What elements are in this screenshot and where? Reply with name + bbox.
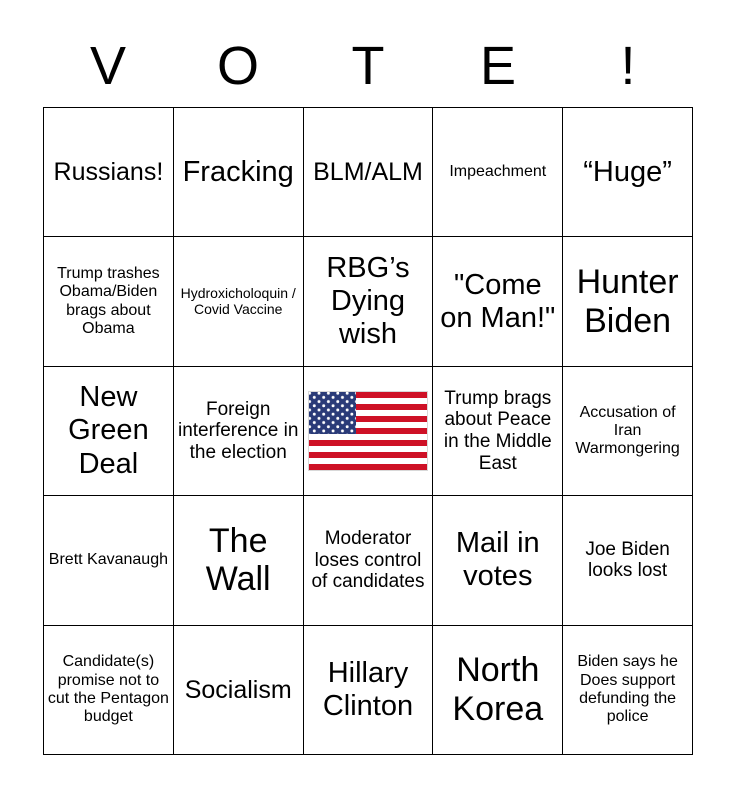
card-title: V O T E ! — [43, 34, 693, 98]
bingo-cell-text: North Korea — [452, 651, 544, 728]
bingo-cell[interactable]: Foreign interference in the election — [173, 366, 304, 497]
bingo-cell[interactable]: “Huge” — [563, 108, 693, 238]
bingo-cell[interactable]: Impeachment — [433, 108, 564, 238]
bingo-cell-text: Socialism — [184, 675, 292, 704]
bingo-cell[interactable]: Hillary Clinton — [303, 625, 434, 755]
bingo-cell[interactable]: RBG’s Dying wish — [303, 237, 434, 367]
flag-canton — [308, 391, 357, 434]
bingo-cell-text: Impeachment — [449, 163, 547, 181]
bingo-cell-text: Moderator loses control of candidates — [311, 527, 425, 593]
bingo-cell-text: "Come on Man!" — [440, 268, 556, 334]
bingo-cell[interactable]: New Green Deal — [44, 366, 174, 497]
bingo-cell[interactable]: BLM/ALM — [303, 108, 434, 238]
bingo-cell[interactable]: Trump trashes Obama/Biden brags about Ob… — [44, 237, 174, 367]
bingo-cell[interactable]: Socialism — [173, 625, 304, 755]
bingo-cell[interactable]: Brett Kavanaugh — [44, 496, 174, 626]
bingo-cell[interactable]: Biden says he Does support defunding the… — [563, 625, 693, 755]
bingo-cell[interactable]: Joe Biden looks lost — [563, 496, 693, 626]
bingo-grid: Russians! Fracking BLM/ALM Impeachment “… — [43, 107, 693, 755]
title-letter-t: T — [351, 36, 385, 96]
bingo-cell-text: Russians! — [53, 157, 164, 186]
bingo-cell-text: Hillary Clinton — [322, 656, 414, 722]
bingo-cell-text: Hunter Biden — [576, 262, 679, 340]
bingo-cell-text: Candidate(s) promise not to cut the Pent… — [47, 653, 169, 726]
bingo-cell[interactable]: Candidate(s) promise not to cut the Pent… — [44, 625, 174, 755]
bingo-cell[interactable]: Trump brags about Peace in the Middle Ea… — [433, 366, 564, 497]
bingo-cell-text: BLM/ALM — [313, 157, 423, 186]
title-letter-exclaim: ! — [620, 36, 636, 96]
bingo-cell[interactable]: Mail in votes — [433, 496, 564, 626]
bingo-cell-text: Brett Kavanaugh — [48, 551, 168, 569]
bingo-cell-text: The Wall — [205, 521, 271, 599]
bingo-cell-text: New Green Deal — [68, 381, 149, 480]
bingo-cell[interactable]: Hunter Biden — [563, 237, 693, 367]
bingo-cell-text: Fracking — [182, 155, 294, 188]
bingo-cell[interactable]: Russians! — [44, 108, 174, 238]
title-letter-e: E — [479, 36, 517, 96]
bingo-cell-text: RBG’s Dying wish — [326, 252, 410, 351]
title-letter-o: O — [216, 36, 259, 96]
title-letter-v: V — [89, 36, 127, 96]
bingo-cell-text: “Huge” — [583, 155, 672, 188]
bingo-cell-text: Trump brags about Peace in the Middle Ea… — [443, 387, 552, 474]
bingo-cell[interactable]: Hydroxicholoquin / Covid Vaccine — [173, 237, 304, 367]
bingo-cell-text: Joe Biden looks lost — [585, 538, 670, 582]
bingo-cell-text: Accusation of Iran Warmongering — [575, 403, 680, 458]
bingo-card: V O T E ! Russians! Fracking BLM/ALM Imp… — [0, 0, 736, 800]
bingo-cell-text: Biden says he Does support defunding the… — [577, 653, 678, 726]
bingo-cell[interactable]: "Come on Man!" — [433, 237, 564, 367]
bingo-cell-text: Trump trashes Obama/Biden brags about Ob… — [57, 265, 160, 337]
bingo-cell[interactable]: Moderator loses control of candidates — [303, 496, 434, 626]
bingo-cell[interactable]: Fracking — [173, 108, 304, 238]
flag-stars — [308, 391, 357, 434]
bingo-cell[interactable]: North Korea — [433, 625, 564, 755]
bingo-cell-text: Mail in votes — [455, 527, 540, 593]
bingo-cell-text: Hydroxicholoquin / Covid Vaccine — [180, 284, 296, 317]
bingo-cell-text: Foreign interference in the election — [177, 398, 299, 463]
us-flag-icon — [308, 391, 427, 470]
bingo-cell[interactable]: The Wall — [173, 496, 304, 626]
bingo-cell[interactable]: Accusation of Iran Warmongering — [563, 366, 693, 497]
bingo-cell-free-space[interactable] — [303, 366, 434, 497]
